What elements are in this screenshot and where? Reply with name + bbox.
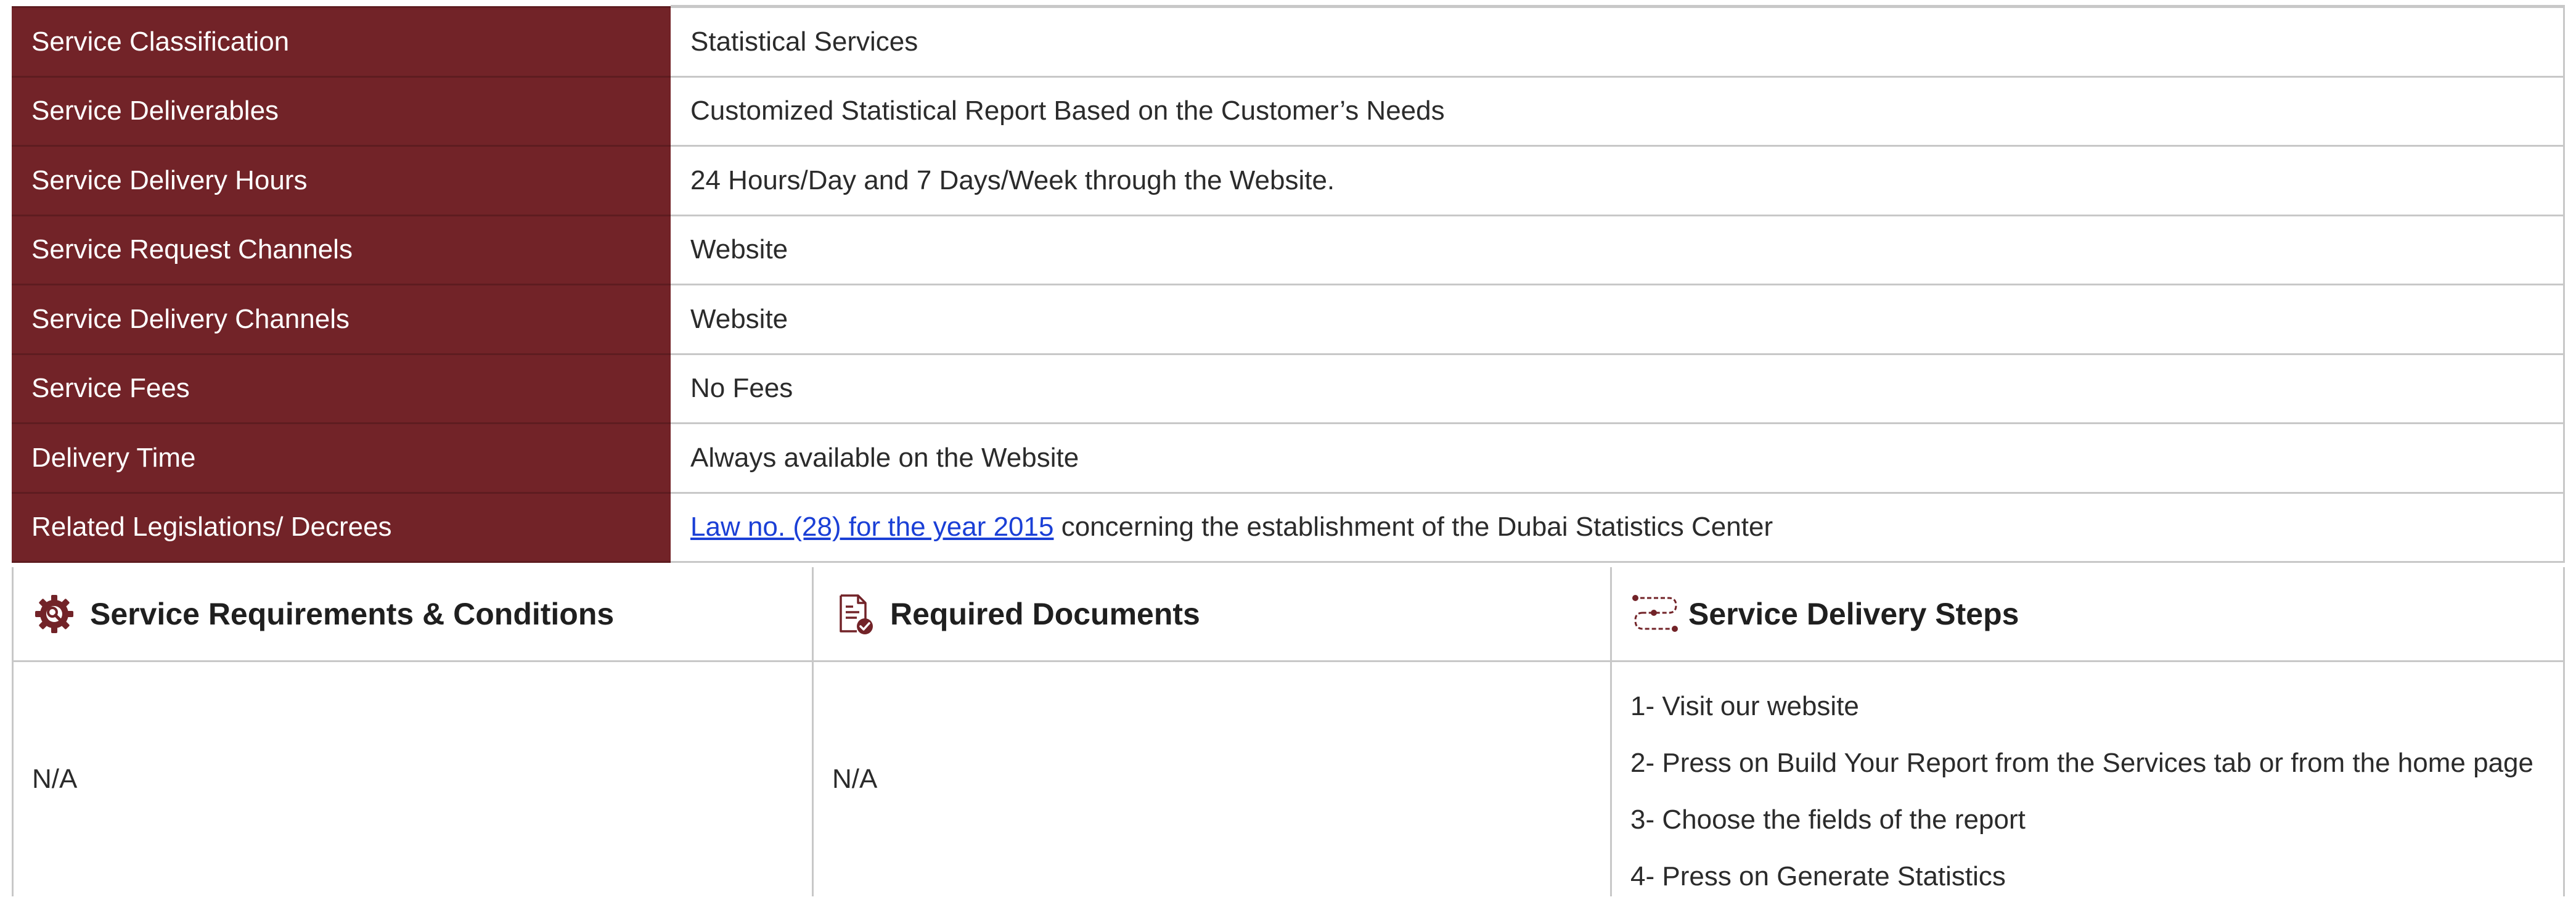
steps-body: 1- Visit our website 2- Press on Build Y… (1612, 662, 2565, 896)
list-item: 2- Press on Build Your Report from the S… (1630, 748, 2533, 778)
row-label: Service Delivery Channels (12, 284, 671, 355)
steps-path-icon (1630, 592, 1678, 636)
requirements-title: Service Requirements & Conditions (90, 596, 615, 631)
row-label: Service Deliverables (12, 75, 671, 147)
table-row: Delivery Time Always available on the We… (12, 422, 2565, 494)
table-row: Service Deliverables Customized Statisti… (12, 75, 2565, 147)
service-info-table: Service Classification Statistical Servi… (12, 6, 2565, 563)
documents-title: Required Documents (890, 596, 1200, 631)
documents-value: N/A (832, 764, 878, 794)
table-row: Service Fees No Fees (12, 353, 2565, 424)
table-row: Service Request Channels Website (12, 214, 2565, 285)
gear-icon (32, 592, 76, 636)
document-check-icon (832, 592, 877, 636)
table-row: Service Delivery Hours 24 Hours/Day and … (12, 145, 2565, 216)
list-item: 3- Choose the fields of the report (1630, 805, 2026, 835)
row-value-legislation: Law no. (28) for the year 2015 concernin… (671, 491, 2565, 563)
row-label: Service Classification (12, 6, 671, 78)
row-label: Service Request Channels (12, 214, 671, 285)
documents-header: Required Documents (814, 567, 1610, 662)
documents-body: N/A (814, 662, 1610, 896)
steps-list: 1- Visit our website 2- Press on Build Y… (1630, 678, 2533, 905)
row-value: No Fees (671, 353, 2565, 424)
table-row: Service Classification Statistical Servi… (12, 6, 2565, 78)
law-link[interactable]: Law no. (28) for the year 2015 (690, 512, 1053, 542)
requirements-body: N/A (14, 662, 812, 896)
row-value: Always available on the Website (671, 422, 2565, 494)
requirements-section: Service Requirements & Conditions N/A (14, 567, 812, 896)
legislation-description: concerning the establishment of the Duba… (1053, 512, 1773, 543)
row-label: Delivery Time (12, 422, 671, 494)
row-value: Website (671, 284, 2565, 355)
service-details-sections: Service Requirements & Conditions N/A Re… (12, 567, 2565, 896)
table-row: Related Legislations/ Decrees Law no. (2… (12, 491, 2565, 563)
row-label: Related Legislations/ Decrees (12, 491, 671, 563)
requirements-header: Service Requirements & Conditions (14, 567, 812, 662)
row-value: Statistical Services (671, 6, 2565, 78)
row-label: Service Fees (12, 353, 671, 424)
steps-title: Service Delivery Steps (1688, 596, 2019, 631)
service-card: Service Classification Statistical Servi… (12, 0, 2565, 896)
steps-header: Service Delivery Steps (1612, 567, 2565, 662)
table-row: Service Delivery Channels Website (12, 284, 2565, 355)
row-value: Customized Statistical Report Based on t… (671, 75, 2565, 147)
requirements-value: N/A (32, 764, 78, 794)
row-label: Service Delivery Hours (12, 145, 671, 216)
list-item: 4- Press on Generate Statistics (1630, 861, 2006, 891)
steps-section: Service Delivery Steps 1- Visit our webs… (1610, 567, 2565, 896)
documents-section: Required Documents N/A (812, 567, 1610, 896)
row-value: 24 Hours/Day and 7 Days/Week through the… (671, 145, 2565, 216)
list-item: 1- Visit our website (1630, 691, 1859, 721)
row-value: Website (671, 214, 2565, 285)
